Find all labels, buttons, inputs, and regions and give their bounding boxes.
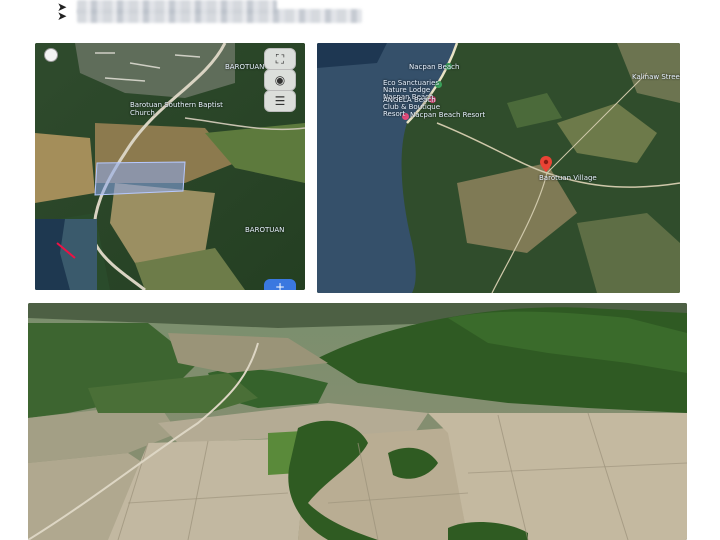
map-label-church: Barotuan Southern Baptist Church [130,101,223,117]
map-label-nacpan-resort: Nacpan Beach Resort [410,111,486,119]
satellite-map-coast[interactable]: Nacpan Beach Eco Sanctuaries Nature Lodg… [317,43,680,293]
map-label-pin: Barotuan Village [539,174,597,182]
location-pin-icon[interactable] [540,156,552,172]
map-label-kalinaw: Kalinaw Streets Cafe [632,73,680,81]
map-label-nacpan: Nacpan Beach [409,63,460,71]
map-label-barotuan-south: BAROTUAN [245,226,285,234]
add-button[interactable]: + [264,279,296,290]
satellite-map-imagery [317,43,680,293]
arrow-bullet-icon: ➤ [57,9,68,23]
compass-icon[interactable] [44,48,58,62]
bullet-line-2: ➤ [57,9,363,23]
map-label-barotuan: BAROTUAN [225,63,265,71]
layers-icon[interactable]: ☰ [264,90,296,112]
expand-icon[interactable]: ⛶ [264,48,296,70]
aerial-photo-imagery [28,303,687,540]
highlighted-parcel [94,161,186,196]
aerial-photo [28,303,687,540]
blurred-text [77,9,363,23]
eye-icon[interactable]: ◉ [264,69,296,91]
satellite-map-parcel[interactable]: BAROTUAN Barotuan Southern Baptist Churc… [35,43,305,290]
